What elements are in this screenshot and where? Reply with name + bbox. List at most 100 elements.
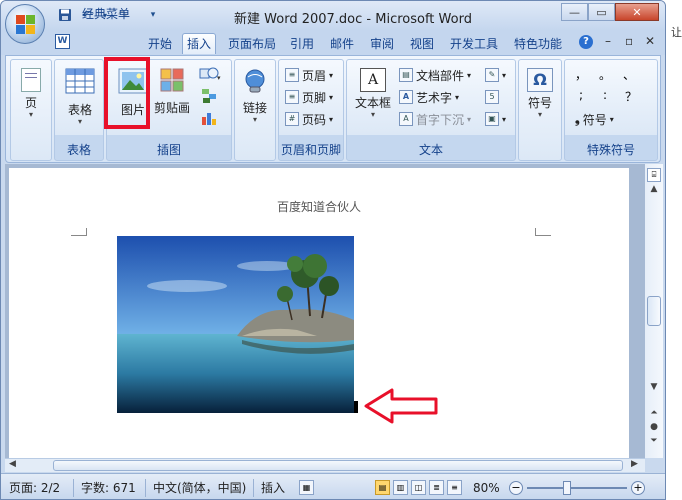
- doc-close-button[interactable]: ✕: [645, 34, 655, 48]
- doc-minimize-button[interactable]: –: [605, 34, 611, 48]
- scroll-down-icon[interactable]: ▼: [647, 382, 661, 394]
- inserted-photo[interactable]: [117, 236, 354, 413]
- pages-button[interactable]: 页 ▾: [11, 64, 51, 126]
- page-number-icon: #: [285, 112, 299, 126]
- tab-view[interactable]: 视图: [408, 34, 436, 55]
- link-button[interactable]: 链接 ▾: [235, 64, 275, 126]
- outline-view-icon[interactable]: ≣: [429, 480, 444, 495]
- textbox-icon: A: [360, 68, 386, 92]
- previous-page-icon[interactable]: ⏶: [647, 408, 661, 420]
- help-icon[interactable]: ?: [579, 35, 593, 49]
- vertical-scroll-thumb[interactable]: [647, 296, 661, 326]
- maximize-button[interactable]: ▭: [588, 3, 615, 21]
- link-label: 链接: [242, 101, 267, 115]
- drop-cap-button[interactable]: A 首字下沉 ▾: [399, 110, 471, 128]
- zoom-level[interactable]: 80%: [473, 479, 500, 497]
- web-layout-view-icon[interactable]: ◫: [411, 480, 426, 495]
- group-label-special-symbols: 特殊符号: [586, 143, 635, 157]
- wordart-icon: A: [399, 90, 413, 104]
- zoom-slider-thumb[interactable]: [563, 481, 571, 495]
- status-word-count[interactable]: 字数: 671: [81, 479, 136, 497]
- picture-highlight-box: [104, 57, 150, 129]
- tab-special-features[interactable]: 特色功能: [512, 34, 564, 55]
- tab-home[interactable]: 开始: [146, 34, 174, 55]
- group-links: 链接 ▾: [234, 59, 276, 161]
- special-symbol-button[interactable]: ❟ 符号 ▾: [575, 110, 614, 128]
- tab-classic-menu[interactable]: 经典菜单: [80, 4, 132, 25]
- horizontal-scrollbar[interactable]: ◀ ▶: [5, 458, 645, 472]
- margin-corner-right: [535, 228, 551, 236]
- tab-mailings[interactable]: 邮件: [328, 34, 356, 55]
- outside-text: 让: [671, 26, 682, 39]
- tab-references[interactable]: 引用: [288, 34, 316, 55]
- mark-colon[interactable]: :: [603, 88, 617, 102]
- clipart-label: 剪贴画: [153, 101, 190, 115]
- status-language[interactable]: 中文(简体，中国): [153, 479, 246, 497]
- reading-view-icon[interactable]: ▥: [393, 480, 408, 495]
- scroll-right-icon[interactable]: ▶: [631, 459, 638, 469]
- scroll-up-icon[interactable]: ▲: [647, 184, 661, 196]
- signature-line-button[interactable]: ✎ ▾: [485, 66, 506, 84]
- macro-record-icon[interactable]: ▦: [299, 480, 314, 495]
- quick-parts-icon: ▤: [399, 68, 413, 82]
- date-time-button[interactable]: 5: [485, 88, 499, 106]
- window-controls: — ▭ ✕: [561, 3, 659, 21]
- footer-button[interactable]: ≡ 页脚 ▾: [285, 88, 333, 106]
- chart-icon[interactable]: [201, 110, 219, 126]
- globe-link-icon: [245, 69, 265, 93]
- footer-label: 页脚: [302, 90, 327, 105]
- office-logo-icon: [16, 15, 36, 35]
- calendar-icon: 5: [485, 90, 499, 104]
- document-page[interactable]: 百度知道合伙人: [9, 168, 629, 458]
- drop-cap-label: 首字下沉: [416, 112, 465, 127]
- vertical-scrollbar[interactable]: ⌸ ▲ ▼ ⏶ ● ⏷: [645, 164, 663, 458]
- page-header-text: 百度知道合伙人: [276, 200, 361, 214]
- group-symbols: Ω 符号 ▾: [518, 59, 562, 161]
- page-number-button[interactable]: # 页码 ▾: [285, 110, 333, 128]
- clipart-button[interactable]: 剪贴画: [153, 64, 191, 126]
- tab-page-layout[interactable]: 页面布局: [226, 34, 278, 55]
- group-label-tables: 表格: [66, 143, 91, 157]
- horizontal-scroll-thumb[interactable]: [53, 460, 623, 471]
- close-button[interactable]: ✕: [615, 3, 659, 21]
- mark-enum-comma[interactable]: 、: [623, 66, 637, 83]
- page-number-label: 页码: [302, 112, 327, 127]
- drop-cap-icon: A: [399, 112, 413, 126]
- shapes-icon[interactable]: ▾: [199, 66, 221, 82]
- wordart-button[interactable]: A 艺术字 ▾: [399, 88, 459, 106]
- print-layout-view-icon[interactable]: ▤: [375, 480, 390, 495]
- table-button[interactable]: 表格 ▾: [60, 64, 100, 126]
- object-button[interactable]: ▣ ▾: [485, 110, 506, 128]
- quick-parts-button[interactable]: ▤ 文档部件 ▾: [399, 66, 471, 84]
- zoom-in-icon[interactable]: +: [631, 481, 645, 495]
- ruler-toggle-icon[interactable]: ⌸: [647, 168, 661, 182]
- mark-comma[interactable]: ，: [575, 66, 589, 83]
- status-page[interactable]: 页面: 2/2: [9, 479, 60, 497]
- special-symbol-label: 符号: [582, 112, 607, 127]
- group-label-text: 文本: [418, 143, 443, 157]
- tab-insert[interactable]: 插入: [182, 33, 217, 54]
- tab-review[interactable]: 审阅: [368, 34, 396, 55]
- smartart-icon[interactable]: [201, 88, 217, 104]
- office-button[interactable]: [5, 4, 45, 44]
- draft-view-icon[interactable]: ≡: [447, 480, 462, 495]
- mark-question[interactable]: ？: [625, 88, 639, 105]
- header-label: 页眉: [302, 68, 327, 83]
- next-page-icon[interactable]: ⏷: [647, 436, 661, 448]
- status-insert-mode[interactable]: 插入: [261, 479, 285, 497]
- status-bar: 页面: 2/2 字数: 671 中文(简体，中国) 插入 ▦ ▤ ▥ ◫ ≣ ≡…: [1, 473, 665, 499]
- mark-semicolon[interactable]: ;: [579, 88, 593, 102]
- textbox-button[interactable]: A 文本框 ▾: [351, 64, 395, 126]
- scroll-left-icon[interactable]: ◀: [9, 459, 16, 469]
- status-separator: [145, 479, 146, 497]
- browse-object-icon[interactable]: ●: [647, 422, 661, 434]
- header-button[interactable]: ≡ 页眉 ▾: [285, 66, 333, 84]
- zoom-out-icon[interactable]: −: [509, 481, 523, 495]
- doc-restore-button[interactable]: ▫: [625, 34, 633, 48]
- mark-period[interactable]: 。: [599, 66, 613, 83]
- zoom-slider[interactable]: [527, 481, 627, 495]
- tab-developer[interactable]: 开发工具: [448, 34, 500, 55]
- symbol-label: 符号: [527, 96, 552, 110]
- symbol-button[interactable]: Ω 符号 ▾: [520, 64, 560, 126]
- minimize-button[interactable]: —: [561, 3, 588, 21]
